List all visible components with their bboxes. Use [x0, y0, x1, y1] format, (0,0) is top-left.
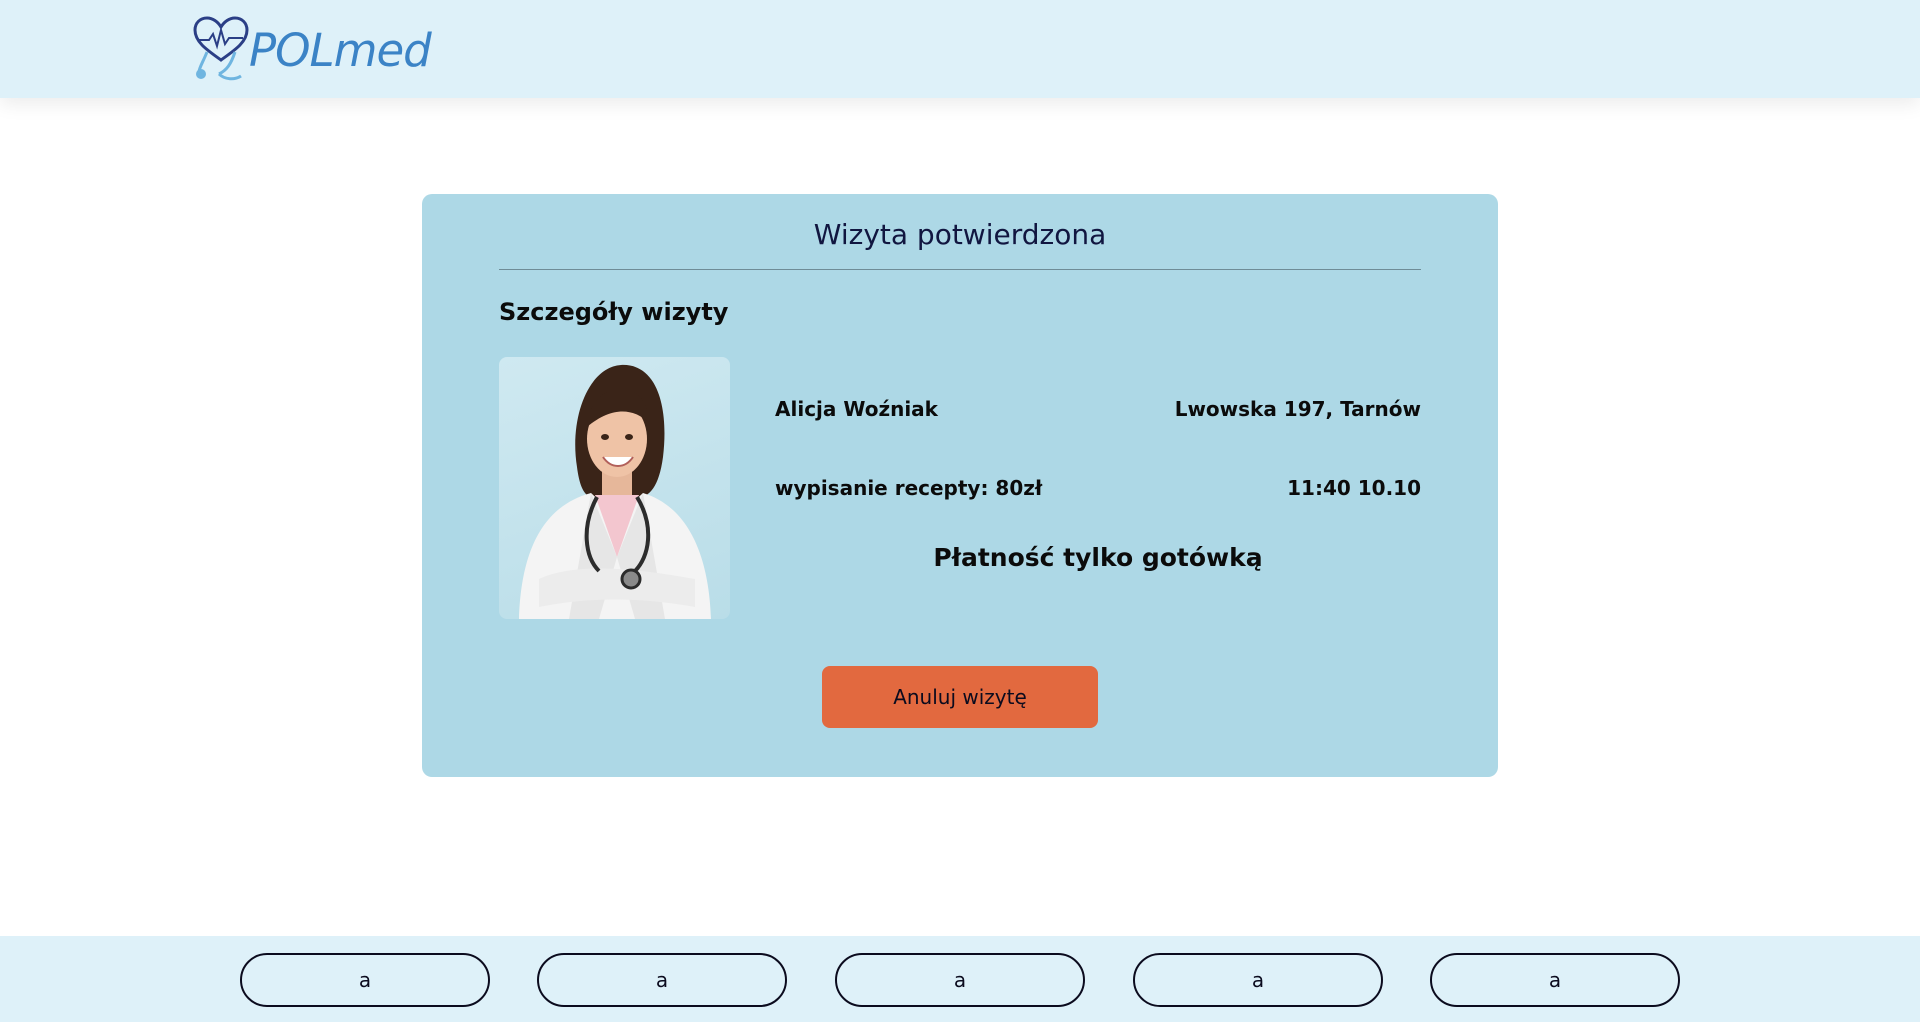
doctor-avatar-icon — [519, 364, 711, 619]
clinic-address: Lwowska 197, Tarnów — [1174, 397, 1421, 421]
payment-note: Płatność tylko gotówką — [933, 543, 1263, 572]
footer: a a a a a — [0, 936, 1920, 1022]
visit-datetime: 11:40 10.10 — [1287, 476, 1421, 500]
heart-stethoscope-icon — [193, 16, 249, 81]
header: POLmed — [0, 0, 1920, 98]
footer-button-2[interactable]: a — [537, 953, 787, 1007]
logo-text: POLmed — [249, 23, 432, 77]
section-title: Szczegóły wizyty — [499, 298, 729, 326]
service-price: wypisanie recepty: 80zł — [775, 476, 1043, 500]
card-title: Wizyta potwierdzona — [813, 218, 1107, 251]
footer-button-3[interactable]: a — [835, 953, 1085, 1007]
footer-button-4[interactable]: a — [1133, 953, 1383, 1007]
footer-button-5[interactable]: a — [1430, 953, 1680, 1007]
divider — [499, 269, 1421, 270]
visit-card: Wizyta potwierdzona Szczegóły wizyty Ali… — [422, 194, 1498, 777]
cancel-visit-button[interactable]: Anuluj wizytę — [822, 666, 1098, 728]
footer-button-1[interactable]: a — [240, 953, 490, 1007]
doctor-photo — [499, 357, 730, 619]
logo[interactable]: POLmed — [189, 16, 432, 82]
doctor-name: Alicja Woźniak — [775, 397, 938, 421]
